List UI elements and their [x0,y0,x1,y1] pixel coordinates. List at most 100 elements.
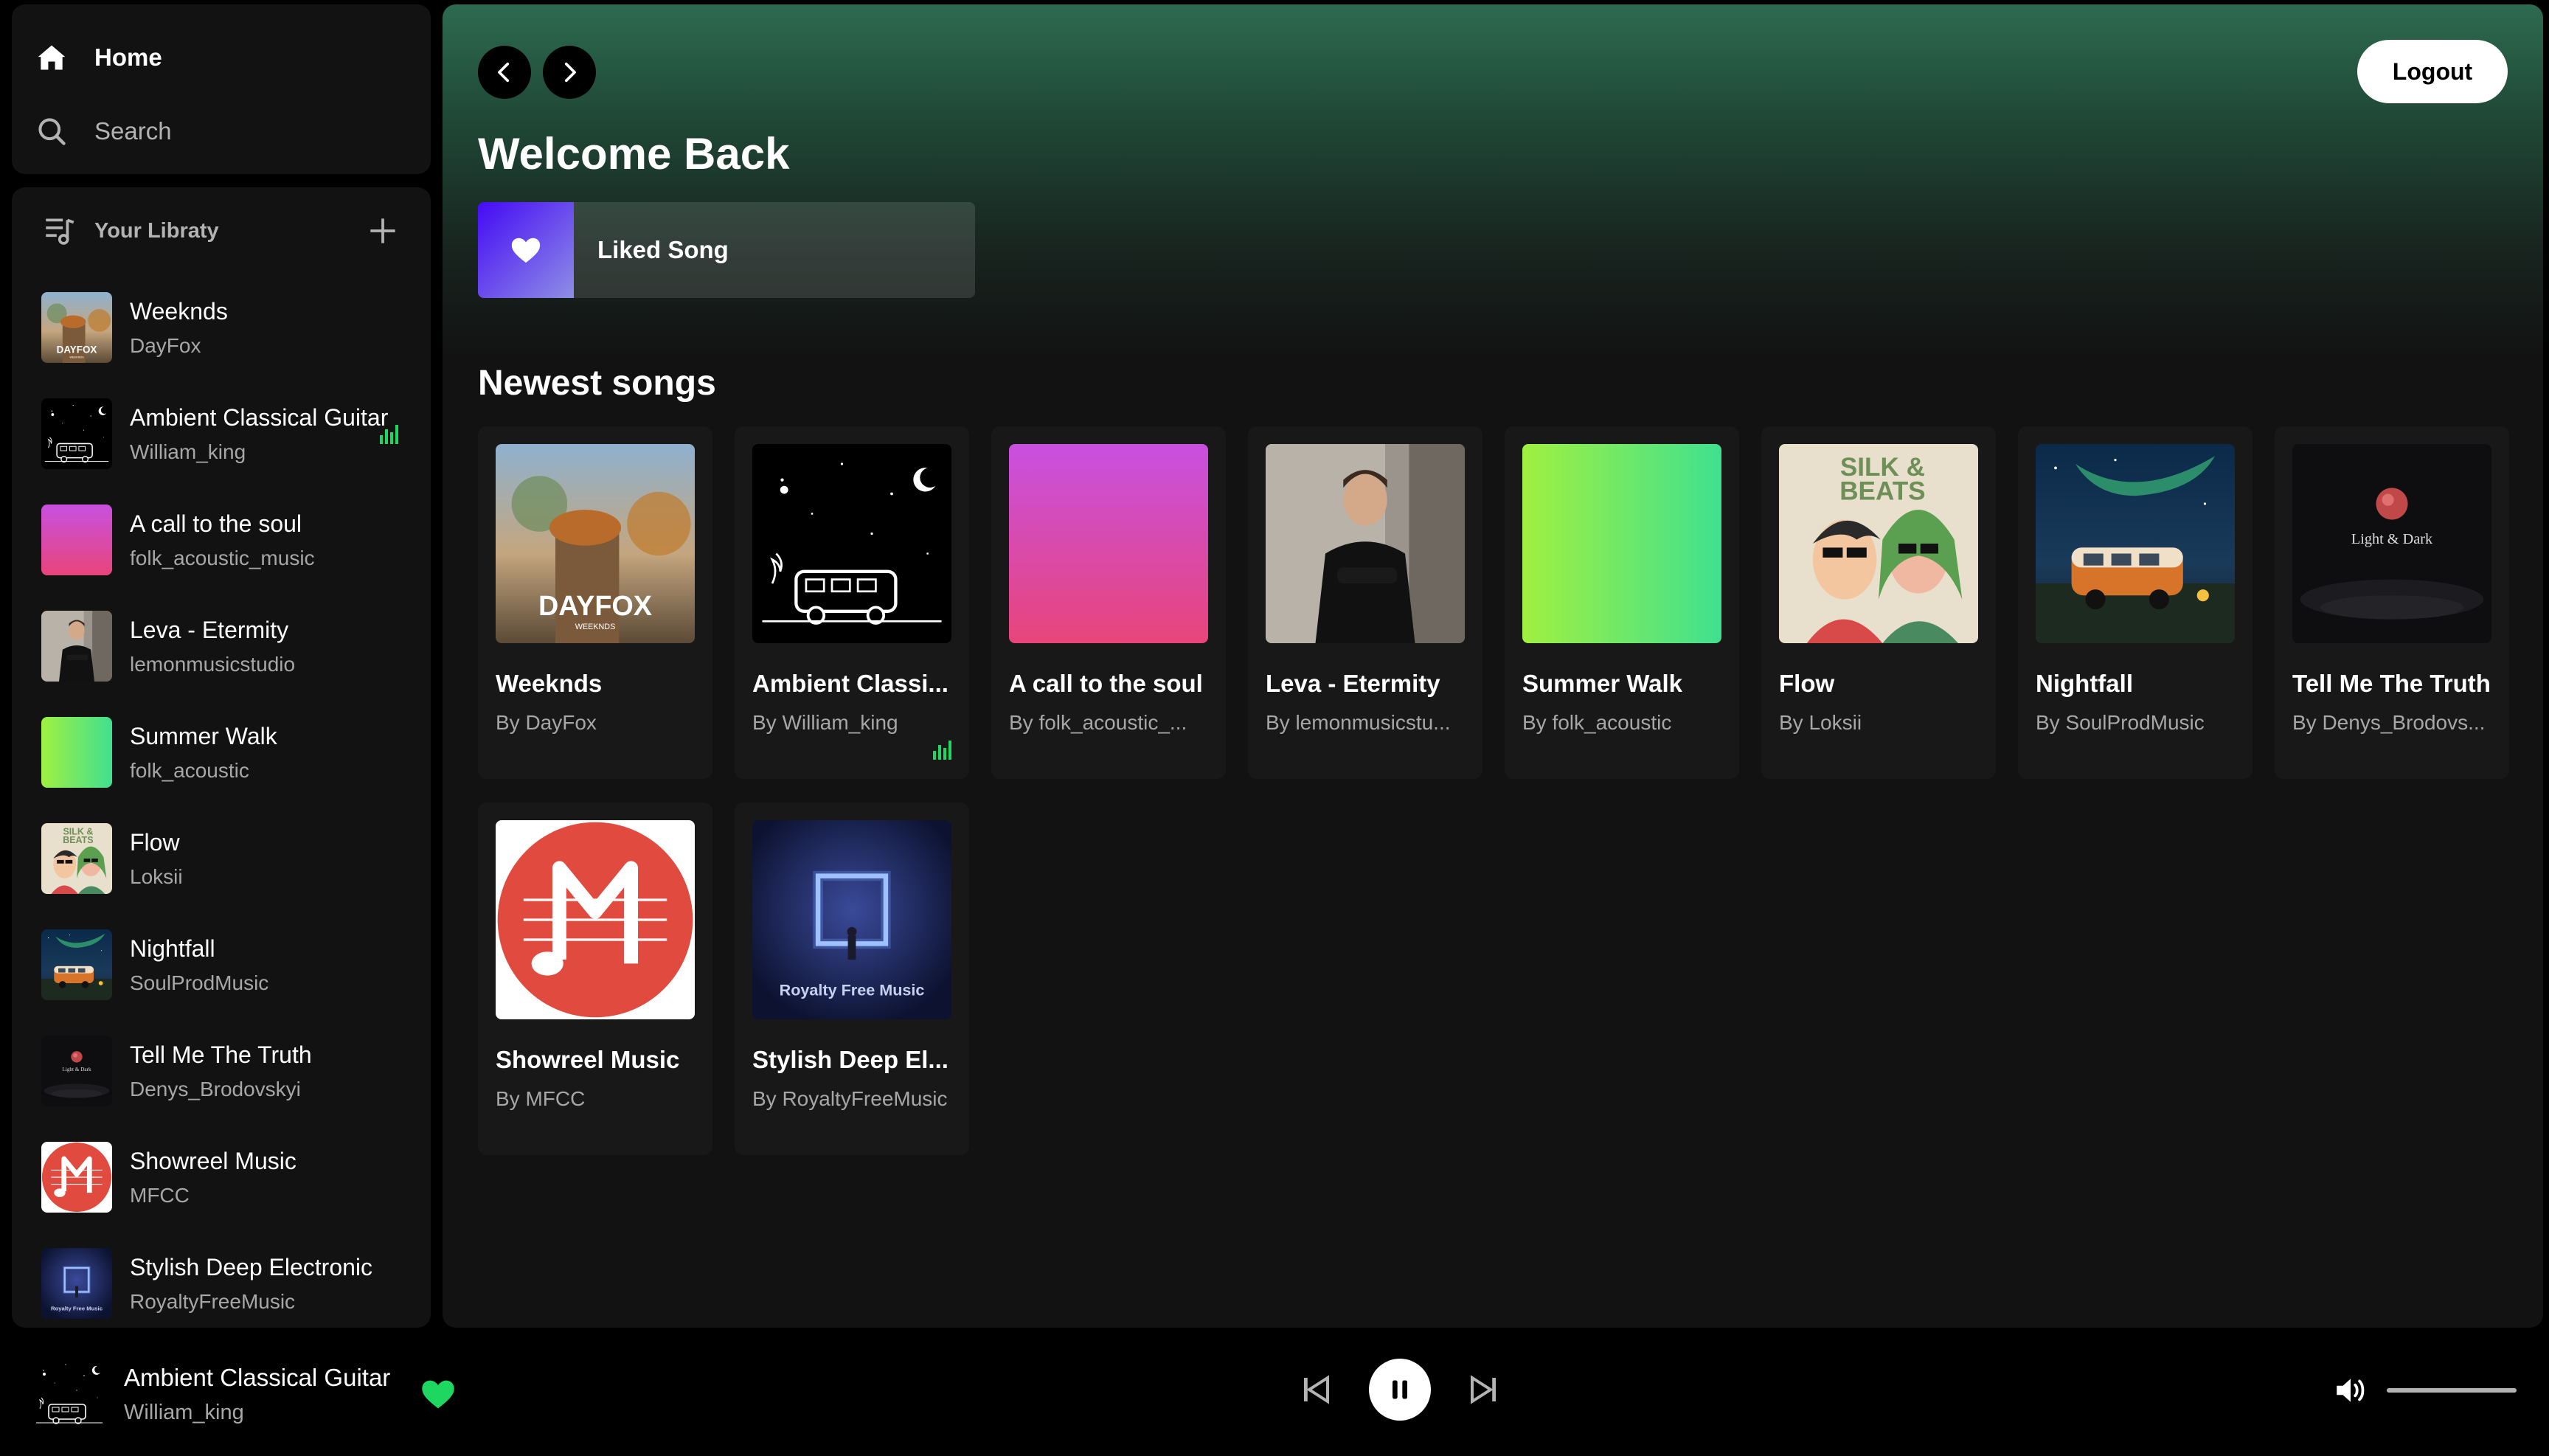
song-card-art: Royalty Free Music [752,820,951,1019]
now-playing-artist[interactable]: William_king [124,1401,390,1425]
library-item-artist: folk_acoustic_music [130,546,315,569]
song-card-artist: By William_king [752,711,898,734]
library-item-artist: DayFox [130,333,201,357]
library-item-artist: SoulProdMusic [130,971,269,994]
library-title-button[interactable]: Your Libraty [41,212,219,249]
library-item[interactable]: A call to the soul folk_acoustic_music [41,487,401,593]
volume-slider[interactable] [2387,1388,2517,1393]
library-item[interactable]: SILK & BEATS Flow Loksii [41,805,401,912]
song-card[interactable]: Showreel Music By MFCC [478,802,712,1155]
library-list: DAYFOX WEEKNDS Weeknds DayFox Ambient Classi… [12,274,431,1328]
song-card[interactable]: Nightfall By SoulProdMusic [2018,426,2253,779]
library-item-art [41,1142,112,1213]
library-item[interactable]: Summer Walk folk_acoustic [41,699,401,805]
plus-icon[interactable] [364,212,401,249]
library-item[interactable]: Showreel Music MFCC [41,1124,401,1230]
song-card-art [1522,444,1721,643]
song-card[interactable]: Royalty Free Music Stylish Deep El... By R… [735,802,969,1155]
svg-text:DAYFOX: DAYFOX [538,591,652,622]
svg-text:Royalty Free Music: Royalty Free Music [51,1305,103,1311]
library-item-art: Royalty Free Music [41,1248,112,1319]
library-item-title: Ambient Classical Guitar [130,403,389,431]
library-item-art: SILK & BEATS [41,823,112,894]
library-item-title: Weeknds [130,297,228,325]
library-item[interactable]: Light & Dark Tell Me The Truth Denys_Brodo… [41,1018,401,1124]
song-card[interactable]: A call to the soul By folk_acoustic_... [991,426,1226,779]
page-title: Welcome Back [478,129,790,178]
song-card-artist: By RoyaltyFreeMusic [752,1087,948,1110]
svg-text:BEATS: BEATS [1839,477,1925,506]
library-item[interactable]: Royalty Free Music Stylish Deep Electroni… [41,1230,401,1328]
song-card[interactable]: Leva - Etermity By lemonmusicstu... [1248,426,1482,779]
playing-indicator-icon [380,425,398,444]
song-card-art: DAYFOX WEEKNDS [496,444,695,643]
library-item-art [41,929,112,1000]
library-item-artist: lemonmusicstudio [130,652,296,676]
home-icon [38,45,66,70]
song-card-art [496,820,695,1019]
previous-icon[interactable] [1298,1372,1334,1407]
history-nav [478,46,596,99]
song-card-title: Showreel Music [496,1046,680,1073]
song-card[interactable]: Light & Dark Tell Me The Truth By Denys_Br… [2275,426,2509,779]
library-title: Your Libraty [94,218,219,243]
song-card-art [752,444,951,643]
svg-text:WEEKNDS: WEEKNDS [69,356,84,358]
pause-button[interactable] [1369,1359,1431,1421]
song-card-title: Stylish Deep El... [752,1046,948,1073]
library-item-title: Showreel Music [130,1147,296,1174]
logout-button[interactable]: Logout [2357,40,2508,103]
song-card-title: Weeknds [496,670,603,697]
song-card-artist: By MFCC [496,1087,586,1110]
library-panel: Your Libraty DAYFOX WEEKNDS Weeknds DayFox A… [12,187,431,1328]
library-item[interactable]: Leva - Etermity lemonmusicstudio [41,593,401,699]
back-button[interactable] [478,46,531,99]
library-item-artist: MFCC [130,1183,190,1207]
nav-search-label: Search [94,117,172,145]
library-header: Your Libraty [12,187,431,274]
library-item-title: Summer Walk [130,722,277,749]
svg-text:WEEKNDS: WEEKNDS [575,623,616,631]
library-item-title: A call to the soul [130,510,302,537]
nav-home[interactable]: Home [35,21,407,94]
library-item-artist: Denys_Brodovskyi [130,1077,301,1100]
svg-text:Royalty Free Music: Royalty Free Music [780,981,925,999]
song-card-title: Nightfall [2036,670,2133,697]
now-playing-title[interactable]: Ambient Classical Guitar [124,1364,390,1392]
song-card-artist: By lemonmusicstu... [1266,711,1451,734]
library-icon [46,218,74,245]
nav-panel: Home Search [12,4,431,174]
song-card[interactable]: SILK & BEATS Flow By Loksii [1761,426,1996,779]
song-card[interactable]: DAYFOX WEEKNDS Weeknds By DayFox [478,426,712,779]
library-item-artist: William_king [130,440,246,463]
chevron-left-icon [498,62,510,83]
library-item-art: Light & Dark [41,1036,112,1106]
nav-home-label: Home [94,44,162,71]
library-item-title: Flow [130,828,180,856]
song-card-art [1009,444,1208,643]
pause-icon [1393,1380,1407,1399]
svg-text:DAYFOX: DAYFOX [57,344,97,356]
heart-icon[interactable] [419,1375,457,1413]
nav-search[interactable]: Search [35,94,407,168]
library-item-art [41,717,112,788]
svg-text:Light & Dark: Light & Dark [62,1067,91,1072]
forward-button[interactable] [543,46,596,99]
next-icon[interactable] [1466,1372,1502,1407]
library-item[interactable]: Nightfall SoulProdMusic [41,912,401,1018]
playing-indicator-icon [933,741,951,760]
volume-control [2332,1372,2517,1409]
player-bar: Ambient Classical Guitar William_king [0,1328,2549,1456]
volume-level [2387,1388,2517,1393]
song-card-artist: By folk_acoustic [1522,711,1672,734]
song-card[interactable]: Ambient Classi... By William_king [735,426,969,779]
now-playing: Ambient Classical Guitar William_king [32,1357,390,1431]
svg-text:BEATS: BEATS [63,835,93,845]
library-item[interactable]: Ambient Classical Guitar William_king [41,381,401,487]
search-icon [38,118,66,145]
song-card[interactable]: Summer Walk By folk_acoustic [1505,426,1739,779]
volume-icon[interactable] [2332,1372,2369,1409]
library-item[interactable]: DAYFOX WEEKNDS Weeknds DayFox [41,274,401,381]
liked-songs-card[interactable]: Liked Song [478,202,975,298]
playback-controls [1298,1359,1502,1421]
